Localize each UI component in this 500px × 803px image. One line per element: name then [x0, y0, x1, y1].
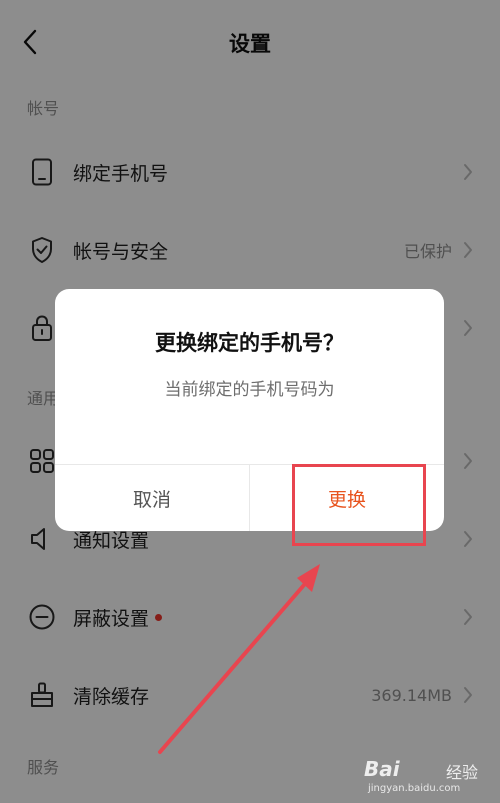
watermark-logo: Bai 经验 jingyan.baidu.com	[362, 755, 492, 799]
watermark-brand: Bai	[364, 757, 400, 781]
watermark-url: jingyan.baidu.com	[368, 783, 461, 794]
annotation-arrow-icon	[158, 564, 320, 754]
watermark-text: 经验	[446, 763, 479, 782]
